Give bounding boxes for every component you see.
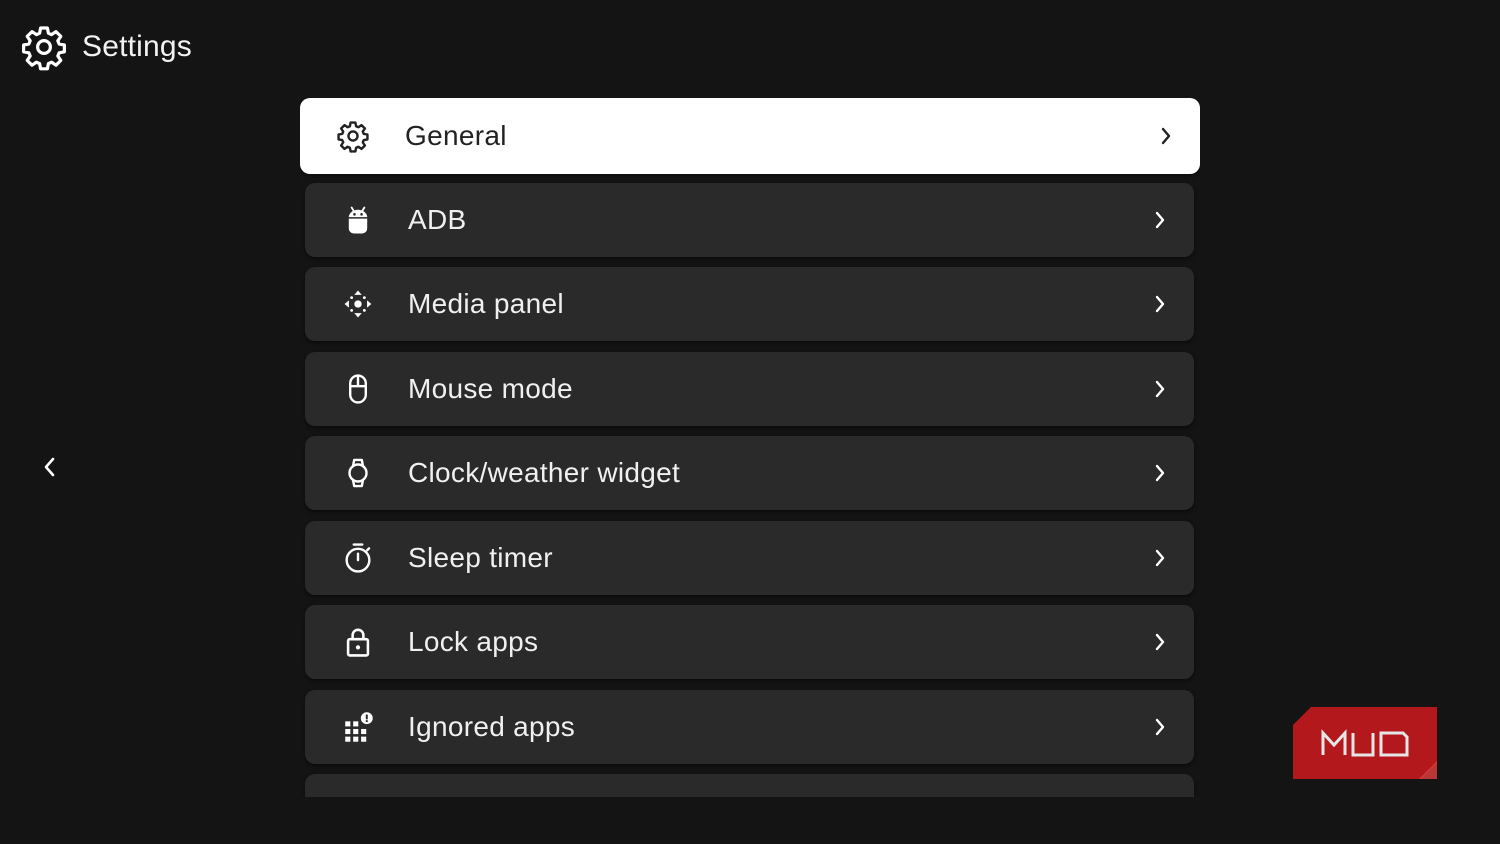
page-title: Settings [82, 30, 192, 63]
menu-item-media-panel[interactable]: Media panel [305, 267, 1194, 341]
menu-item-label: Clock/weather widget [408, 457, 681, 488]
menu-item-label: Sleep timer [408, 542, 553, 573]
chevron-right-icon [1150, 546, 1170, 570]
lock-icon [341, 625, 375, 659]
menu-item-mouse-mode[interactable]: Mouse mode [305, 352, 1194, 426]
menu-item-general[interactable]: General [300, 98, 1200, 174]
android-icon [341, 203, 375, 237]
menu-item-label: Media panel [408, 288, 564, 319]
back-button[interactable] [36, 454, 64, 484]
menu-item-label: General [405, 120, 507, 151]
muo-watermark-logo [1293, 707, 1437, 779]
menu-item-label: ADB [408, 204, 467, 235]
partial-item-icon [341, 782, 375, 797]
dpad-icon [341, 287, 375, 321]
menu-item-label: Mouse mode [408, 373, 573, 404]
timer-icon [341, 541, 375, 575]
chevron-right-icon [1150, 630, 1170, 654]
menu-item-label: Lock apps [408, 626, 539, 657]
settings-screen: Settings General ADB Media panel Mouse m… [0, 0, 1500, 844]
menu-item-ignored-apps[interactable]: Ignored apps [305, 690, 1194, 764]
gear-icon [336, 119, 370, 153]
apps-grid-alert-icon [341, 710, 375, 744]
chevron-right-icon [1150, 377, 1170, 401]
watch-icon [341, 456, 375, 490]
settings-menu[interactable]: General ADB Media panel Mouse mode Clock… [300, 98, 1200, 797]
chevron-right-icon [1150, 461, 1170, 485]
chevron-right-icon [1150, 715, 1170, 739]
menu-item-adb[interactable]: ADB [305, 183, 1194, 257]
chevron-left-icon [41, 455, 59, 484]
gear-icon [20, 23, 68, 71]
menu-item-lock-apps[interactable]: Lock apps [305, 605, 1194, 679]
menu-item-partial[interactable] [305, 774, 1194, 797]
chevron-right-icon [1156, 124, 1176, 148]
menu-item-sleep-timer[interactable]: Sleep timer [305, 521, 1194, 595]
chevron-right-icon [1150, 292, 1170, 316]
page-header: Settings [20, 22, 192, 72]
menu-item-clock-weather-widget[interactable]: Clock/weather widget [305, 436, 1194, 510]
menu-item-label: Ignored apps [408, 711, 576, 742]
chevron-right-icon [1150, 208, 1170, 232]
mouse-icon [341, 372, 375, 406]
